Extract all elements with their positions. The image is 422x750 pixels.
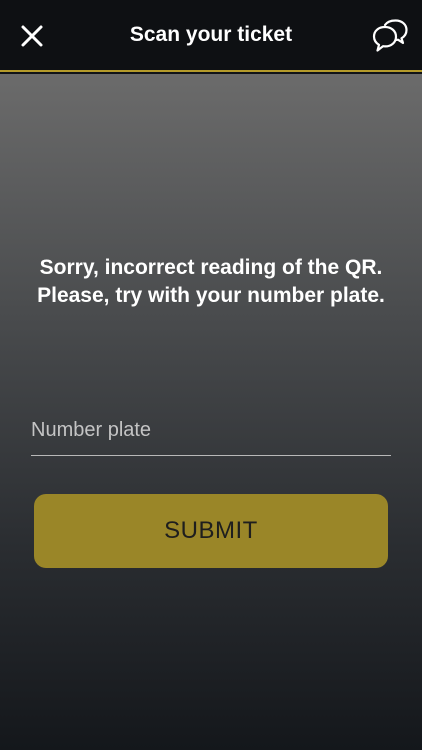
chat-bubbles-icon <box>372 19 408 52</box>
number-plate-input[interactable] <box>31 406 391 455</box>
close-button[interactable] <box>16 20 48 52</box>
error-message: Sorry, incorrect reading of the QR. Plea… <box>37 256 385 307</box>
app-header: Scan your ticket <box>0 0 422 72</box>
chat-button[interactable] <box>370 16 410 56</box>
close-icon <box>21 25 43 47</box>
page-title: Scan your ticket <box>129 23 293 46</box>
number-plate-field <box>31 406 391 456</box>
submit-button[interactable]: SUBMIT <box>34 494 388 568</box>
main-area: Sorry, incorrect reading of the QR. Plea… <box>0 74 422 750</box>
